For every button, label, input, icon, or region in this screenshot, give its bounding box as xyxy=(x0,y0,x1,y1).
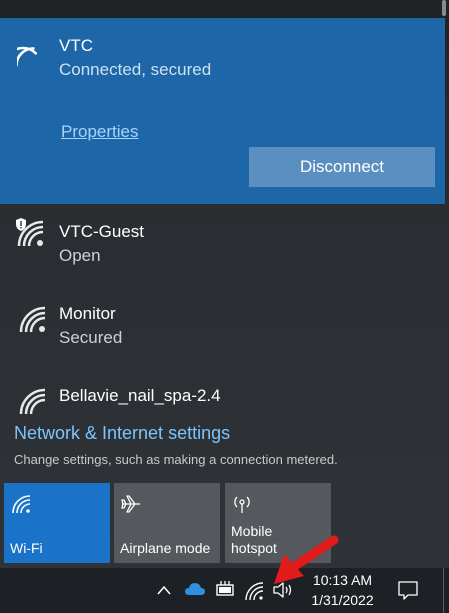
network-item[interactable]: VTC-Guest Open xyxy=(0,210,445,280)
hotspot-icon xyxy=(234,496,250,513)
wifi-icon xyxy=(19,306,46,333)
wifi-shield-icon xyxy=(16,218,44,247)
wifi-icon xyxy=(19,388,46,414)
network-name: VTC-Guest xyxy=(59,222,145,241)
network-item[interactable]: Bellavie_nail_spa-2.4 xyxy=(0,374,445,414)
onedrive-icon[interactable] xyxy=(184,582,206,596)
airplane-mode-tile[interactable]: Airplane mode xyxy=(114,483,220,563)
network-flyout: VTC Connected, secured Properties Discon… xyxy=(0,0,449,568)
battery-icon[interactable] xyxy=(214,580,236,598)
tile-label: Wi-Fi xyxy=(10,540,43,556)
disconnect-button[interactable]: Disconnect xyxy=(249,147,435,187)
show-desktop-divider[interactable] xyxy=(443,568,444,613)
network-name: VTC xyxy=(59,36,93,55)
wifi-icon xyxy=(17,46,38,67)
wifi-icon xyxy=(12,495,31,514)
network-status: Connected, secured xyxy=(59,60,212,79)
network-status: Open xyxy=(59,246,101,265)
annotation-arrow xyxy=(274,535,339,584)
properties-link[interactable]: Properties xyxy=(61,122,138,142)
network-name: Monitor xyxy=(59,304,116,323)
network-item[interactable]: Monitor Secured xyxy=(0,292,445,362)
clock-date: 1/31/2022 xyxy=(311,592,374,608)
airplane-icon xyxy=(121,495,140,513)
network-settings-description: Change settings, such as making a connec… xyxy=(14,452,338,467)
network-item-connected[interactable]: VTC Connected, secured Properties Discon… xyxy=(0,18,445,204)
taskbar: 10:13 AM 1/31/2022 xyxy=(0,568,449,613)
scrollbar[interactable] xyxy=(442,0,446,16)
wifi-toggle-tile[interactable]: Wi-Fi xyxy=(4,483,110,563)
chevron-up-icon[interactable] xyxy=(156,584,172,596)
network-status: Secured xyxy=(59,328,123,347)
notification-icon[interactable] xyxy=(398,581,418,600)
network-settings-link[interactable]: Network & Internet settings xyxy=(14,423,230,444)
wifi-icon[interactable] xyxy=(244,581,264,601)
tile-label: Airplane mode xyxy=(120,540,211,556)
network-name: Bellavie_nail_spa-2.4 xyxy=(59,386,221,405)
network-list-top-edge xyxy=(0,0,445,18)
